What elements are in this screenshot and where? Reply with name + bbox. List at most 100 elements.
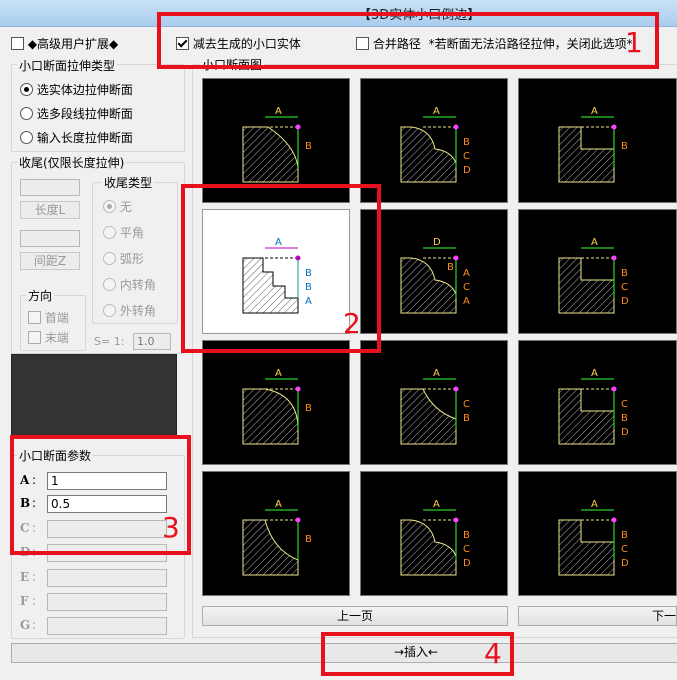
anchor-point — [453, 386, 459, 392]
radio-label: 无 — [119, 200, 132, 214]
length-input[interactable] — [20, 179, 80, 196]
section-shape — [558, 126, 615, 183]
param-input-e[interactable] — [47, 569, 167, 587]
radio-dot[interactable] — [103, 278, 116, 291]
dimension-label: A — [275, 106, 282, 117]
section-cell-9[interactable]: A CBD — [518, 340, 677, 465]
section-cell-7[interactable]: AB — [202, 340, 350, 465]
gap-input[interactable] — [20, 230, 80, 247]
radio-polyline-stretch[interactable]: 选多段线拉伸断面 — [20, 105, 133, 122]
dimension-label: C — [621, 282, 628, 293]
section-cell-12[interactable]: A BCD — [518, 471, 677, 596]
radio-tail-inner-corner[interactable]: 内转角 — [103, 276, 156, 293]
radio-label: 外转角 — [119, 304, 156, 318]
dimension-label: B — [305, 141, 312, 152]
radio-dot[interactable] — [103, 226, 116, 239]
advanced-checkbox[interactable]: ◆高级用户扩展◆ — [11, 35, 118, 52]
dimension-label: D — [621, 296, 629, 307]
checkbox-label: 末端 — [44, 331, 69, 345]
next-page-button[interactable]: 下一 — [518, 606, 677, 626]
scale-input[interactable]: 1.0 — [133, 333, 171, 350]
dimension-label: A — [591, 106, 598, 117]
anchor-point — [453, 517, 459, 523]
anchor-point — [611, 124, 617, 130]
radio-label: 平角 — [119, 226, 144, 240]
radio-dot[interactable] — [20, 131, 33, 144]
dimension-label: B — [305, 403, 312, 414]
section-shape — [242, 519, 299, 576]
radio-dot[interactable] — [103, 304, 116, 317]
preview-area — [11, 354, 177, 438]
radio-dot[interactable] — [103, 200, 116, 213]
section-diagram: A BCD — [400, 106, 471, 183]
section-diagram: DACAB — [400, 237, 470, 314]
dimension-label: C — [621, 544, 628, 555]
radio-length-stretch[interactable]: 输入长度拉伸断面 — [20, 129, 133, 146]
dimension-label: B — [305, 534, 312, 545]
dimension-label: D — [621, 558, 629, 569]
radio-tail-none[interactable]: 无 — [103, 198, 132, 215]
section-shape — [400, 388, 457, 445]
scale-label: S= 1: — [94, 335, 125, 348]
dimension-label: D — [463, 558, 471, 569]
dimension-label: A — [463, 268, 470, 279]
radio-label: 弧形 — [119, 252, 144, 266]
section-cell-10[interactable]: AB — [202, 471, 350, 596]
param-input-f[interactable] — [47, 593, 167, 611]
dimension-label: C — [463, 151, 470, 162]
section-shape — [558, 388, 615, 445]
anchor-point — [611, 386, 617, 392]
section-cell-5[interactable]: DACAB — [360, 209, 508, 334]
radio-tail-arc[interactable]: 弧形 — [103, 250, 144, 267]
tail-type-title: 收尾类型 — [102, 174, 155, 191]
checkbox-label: 首端 — [44, 311, 69, 325]
radio-label: 内转角 — [119, 278, 156, 292]
section-shape — [400, 126, 457, 183]
checkbox-last-end[interactable]: 末端 — [28, 329, 69, 346]
checkbox-first-end[interactable]: 首端 — [28, 309, 69, 326]
param-label-e: E — [20, 570, 30, 584]
radio-dot[interactable] — [20, 83, 33, 96]
param-input-g[interactable] — [47, 617, 167, 635]
dimension-label: B — [463, 530, 470, 541]
section-cell-6[interactable]: A BCD — [518, 209, 677, 334]
dimension-label: A — [591, 499, 598, 510]
dimension-label: C — [463, 282, 470, 293]
gap-button[interactable]: 间距Z — [20, 252, 80, 270]
dimension-label: A — [433, 106, 440, 117]
dimension-label: C — [463, 399, 470, 410]
radio-label: 输入长度拉伸断面 — [36, 131, 133, 145]
dimension-label: A — [433, 368, 440, 379]
dimension-label: D — [621, 427, 629, 438]
section-cell-11[interactable]: A BCD — [360, 471, 508, 596]
checkbox-box[interactable] — [28, 331, 41, 344]
radio-tail-flat[interactable]: 平角 — [103, 224, 144, 241]
anchor-point — [611, 255, 617, 261]
dimension-label: B — [621, 141, 628, 152]
section-cell-3[interactable]: AB — [518, 78, 677, 203]
section-diagram: AB — [558, 106, 628, 183]
section-diagram: A CB — [400, 368, 470, 445]
annotation-number-3: 3 — [162, 511, 180, 544]
dimension-label: A — [275, 499, 282, 510]
section-cell-2[interactable]: A BCD — [360, 78, 508, 203]
checkbox-box[interactable] — [28, 311, 41, 324]
section-cell-8[interactable]: A CB — [360, 340, 508, 465]
section-shape — [558, 257, 615, 314]
radio-dot[interactable] — [20, 107, 33, 120]
prev-page-button[interactable]: 上一页 — [202, 606, 508, 626]
anchor-point — [453, 124, 459, 130]
advanced-label: ◆高级用户扩展◆ — [27, 37, 119, 51]
radio-tail-outer-corner[interactable]: 外转角 — [103, 302, 156, 319]
radio-dot[interactable] — [103, 252, 116, 265]
dimension-label: C — [463, 544, 470, 555]
dimension-label: A — [433, 499, 440, 510]
radio-edge-stretch[interactable]: 选实体边拉伸断面 — [20, 81, 133, 98]
section-shape — [242, 388, 299, 445]
dimension-label: B — [621, 413, 628, 424]
checkbox-box[interactable] — [11, 37, 24, 50]
section-diagram: A BCD — [558, 237, 629, 314]
anchor-point — [295, 386, 301, 392]
section-diagram: A BCD — [558, 499, 629, 576]
length-button[interactable]: 长度L — [20, 201, 80, 219]
